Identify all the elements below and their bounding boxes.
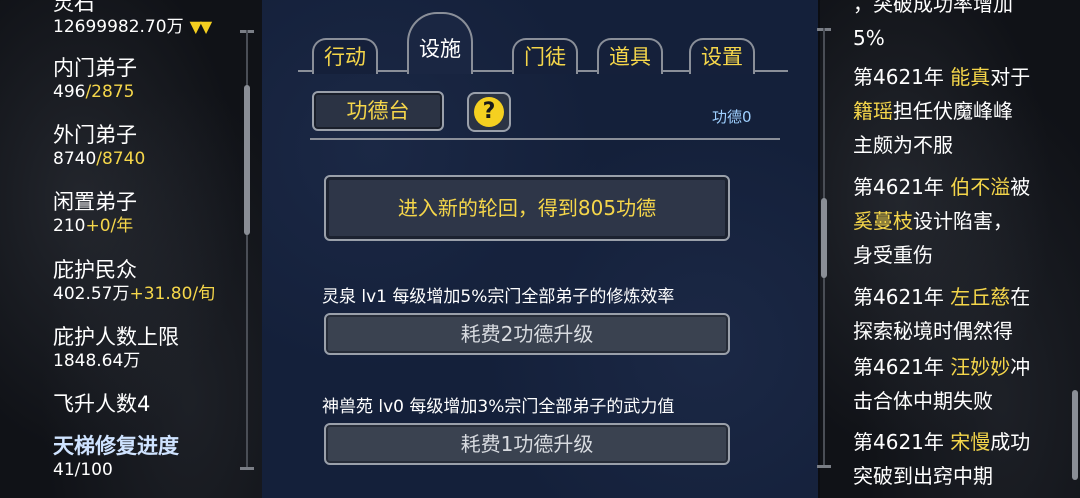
collapse-arrows-icon[interactable]: ▼▼	[190, 17, 213, 36]
disciple-name: 伯不溢	[950, 175, 1011, 199]
spirit-stone-label: 灵石	[53, 0, 95, 15]
log-line: 奚蔓枝设计陷害，	[853, 204, 1068, 238]
log-year: 第4621年	[853, 65, 944, 89]
idle-disciples-stat: 闲置弟子 210+0/年	[53, 189, 137, 237]
idle-rate: +0/年	[85, 216, 134, 236]
tab-settings[interactable]: 设置	[689, 38, 755, 74]
log-line: 籍瑶担任伏魔峰峰	[853, 94, 1068, 128]
help-button[interactable]: ?	[467, 92, 511, 132]
question-icon: ?	[474, 97, 504, 127]
disciple-name: 汪妙妙	[950, 355, 1011, 379]
scrollbar-thumb[interactable]	[244, 85, 250, 235]
log-text: 对于	[990, 65, 1031, 89]
upgrade-description-spring: 灵泉 lv1 每级增加5%宗门全部弟子的修炼效率	[322, 287, 675, 307]
merit-count: 功德0	[712, 108, 752, 126]
log-text: 冲	[1010, 355, 1031, 379]
left-scrollbar[interactable]	[240, 30, 254, 470]
disciple-name: 籍瑶	[853, 99, 893, 123]
edge-scrollbar-thumb[interactable]	[1072, 390, 1078, 480]
tab-action[interactable]: 行动	[312, 38, 378, 74]
spirit-stone-amount: 12699982.70万	[53, 17, 184, 37]
ascended-stat: 飞升人数4	[53, 391, 150, 417]
protect-cap-value: 1848.64万	[53, 351, 141, 371]
inner-disciples-stat: 内门弟子 496/2875	[53, 55, 137, 103]
disciple-name: 奚蔓枝	[853, 209, 913, 233]
log-line: 5%	[853, 26, 885, 50]
scrollbar-cap-bottom	[240, 467, 254, 470]
scrollbar-thumb[interactable]	[821, 198, 827, 278]
log-line: 身受重伤	[853, 243, 933, 267]
log-line: ，突破成功率增加	[853, 0, 1013, 16]
upgrade-description-beast-garden: 神兽苑 lv0 每级增加3%宗门全部弟子的武力值	[322, 397, 675, 417]
event-log-panel: ，突破成功率增加 5% 第4621年 能真对于 籍瑶担任伏魔峰峰 主颇为不服 第…	[817, 0, 1080, 498]
disciple-name: 左丘慈	[950, 285, 1011, 309]
ladder-progress-label: 天梯修复进度	[53, 434, 179, 458]
outer-current: 8740	[53, 149, 97, 169]
ladder-progress-stat: 天梯修复进度 41/100	[53, 433, 179, 481]
protect-cap-stat: 庇护人数上限 1848.64万	[53, 324, 179, 372]
inner-disciples-label: 内门弟子	[53, 56, 137, 80]
protected-current: 402.57万	[53, 284, 130, 304]
log-line: 第4621年 能真对于	[853, 60, 1068, 94]
protect-cap-label: 庇护人数上限	[53, 325, 179, 349]
log-line: 第4621年 汪妙妙冲	[853, 350, 1068, 384]
log-year: 第4621年	[853, 285, 944, 309]
spirit-stone-value: 12699982.70万 ▼▼	[53, 16, 213, 38]
log-entry: 第4621年 左丘慈在 探索秘境时偶然得	[853, 280, 1068, 348]
outer-disciples-value: 8740/8740	[53, 148, 145, 170]
tab-disciples[interactable]: 门徒	[512, 38, 578, 74]
upgrade-spring-button[interactable]: 耗费2功德升级	[324, 313, 730, 355]
log-line: 探索秘境时偶然得	[853, 319, 1013, 343]
ladder-progress-value: 41/100	[53, 460, 113, 480]
log-text: 设计陷害，	[913, 209, 1013, 233]
log-line: 击合体中期失败	[853, 389, 993, 413]
protected-people-label: 庇护民众	[53, 258, 137, 282]
inner-max: /2875	[85, 82, 135, 102]
inner-disciples-value: 496/2875	[53, 81, 137, 103]
log-entry: 第4621年 宋慢成功 突破到出窍中期	[853, 425, 1068, 493]
log-entry: 第4621年 能真对于 籍瑶担任伏魔峰峰 主颇为不服	[853, 60, 1068, 162]
log-text: 成功	[990, 430, 1031, 454]
merit-altar-button[interactable]: 功德台	[312, 91, 444, 131]
protected-people-value: 402.57万+31.80/旬	[53, 283, 215, 305]
log-text: 担任伏魔峰峰	[893, 99, 1013, 123]
idle-current: 210	[53, 216, 86, 236]
log-line: 突破到出窍中期	[853, 464, 993, 488]
protected-rate: +31.80/旬	[129, 284, 216, 304]
facility-panel: 行动 设施 门徒 道具 设置 功德台 ? 功德0 进入新的轮回，得到805功德 …	[262, 0, 818, 498]
outer-disciples-label: 外门弟子	[53, 123, 137, 147]
outer-disciples-stat: 外门弟子 8740/8740	[53, 122, 145, 170]
log-line: 第4621年 伯不溢被	[853, 170, 1068, 204]
log-year: 第4621年	[853, 355, 944, 379]
disciple-name: 能真	[950, 65, 991, 89]
section-divider	[310, 138, 780, 140]
log-entry: ，突破成功率增加 5%	[853, 0, 1068, 55]
protected-people-stat: 庇护民众 402.57万+31.80/旬	[53, 257, 215, 305]
disciple-name: 宋慢	[950, 430, 991, 454]
log-year: 第4621年	[853, 430, 944, 454]
log-line: 第4621年 左丘慈在	[853, 280, 1068, 314]
scrollbar-cap-bottom	[817, 465, 831, 468]
log-line: 主颇为不服	[853, 133, 953, 157]
log-year: 第4621年	[853, 175, 944, 199]
outer-max: /8740	[96, 149, 146, 169]
idle-disciples-value: 210+0/年	[53, 215, 137, 237]
spirit-stone-stat: 灵石 12699982.70万 ▼▼	[53, 0, 213, 38]
tab-facility[interactable]: 设施	[407, 12, 473, 74]
right-scrollbar[interactable]	[817, 28, 831, 468]
log-text: 在	[1010, 285, 1031, 309]
log-entry: 第4621年 汪妙妙冲 击合体中期失败	[853, 350, 1068, 418]
ascended-label: 飞升人数4	[53, 392, 151, 416]
log-text: 被	[1010, 175, 1031, 199]
tab-items[interactable]: 道具	[597, 38, 663, 74]
log-entry: 第4621年 伯不溢被 奚蔓枝设计陷害， 身受重伤	[853, 170, 1068, 272]
inner-current: 496	[53, 82, 86, 102]
sect-stats-panel: 灵石 12699982.70万 ▼▼ 内门弟子 496/2875 外门弟子 874…	[0, 0, 250, 498]
idle-disciples-label: 闲置弟子	[53, 190, 137, 214]
log-line: 第4621年 宋慢成功	[853, 425, 1068, 459]
reincarnate-button[interactable]: 进入新的轮回，得到805功德	[324, 175, 730, 241]
upgrade-beast-garden-button[interactable]: 耗费1功德升级	[324, 423, 730, 465]
